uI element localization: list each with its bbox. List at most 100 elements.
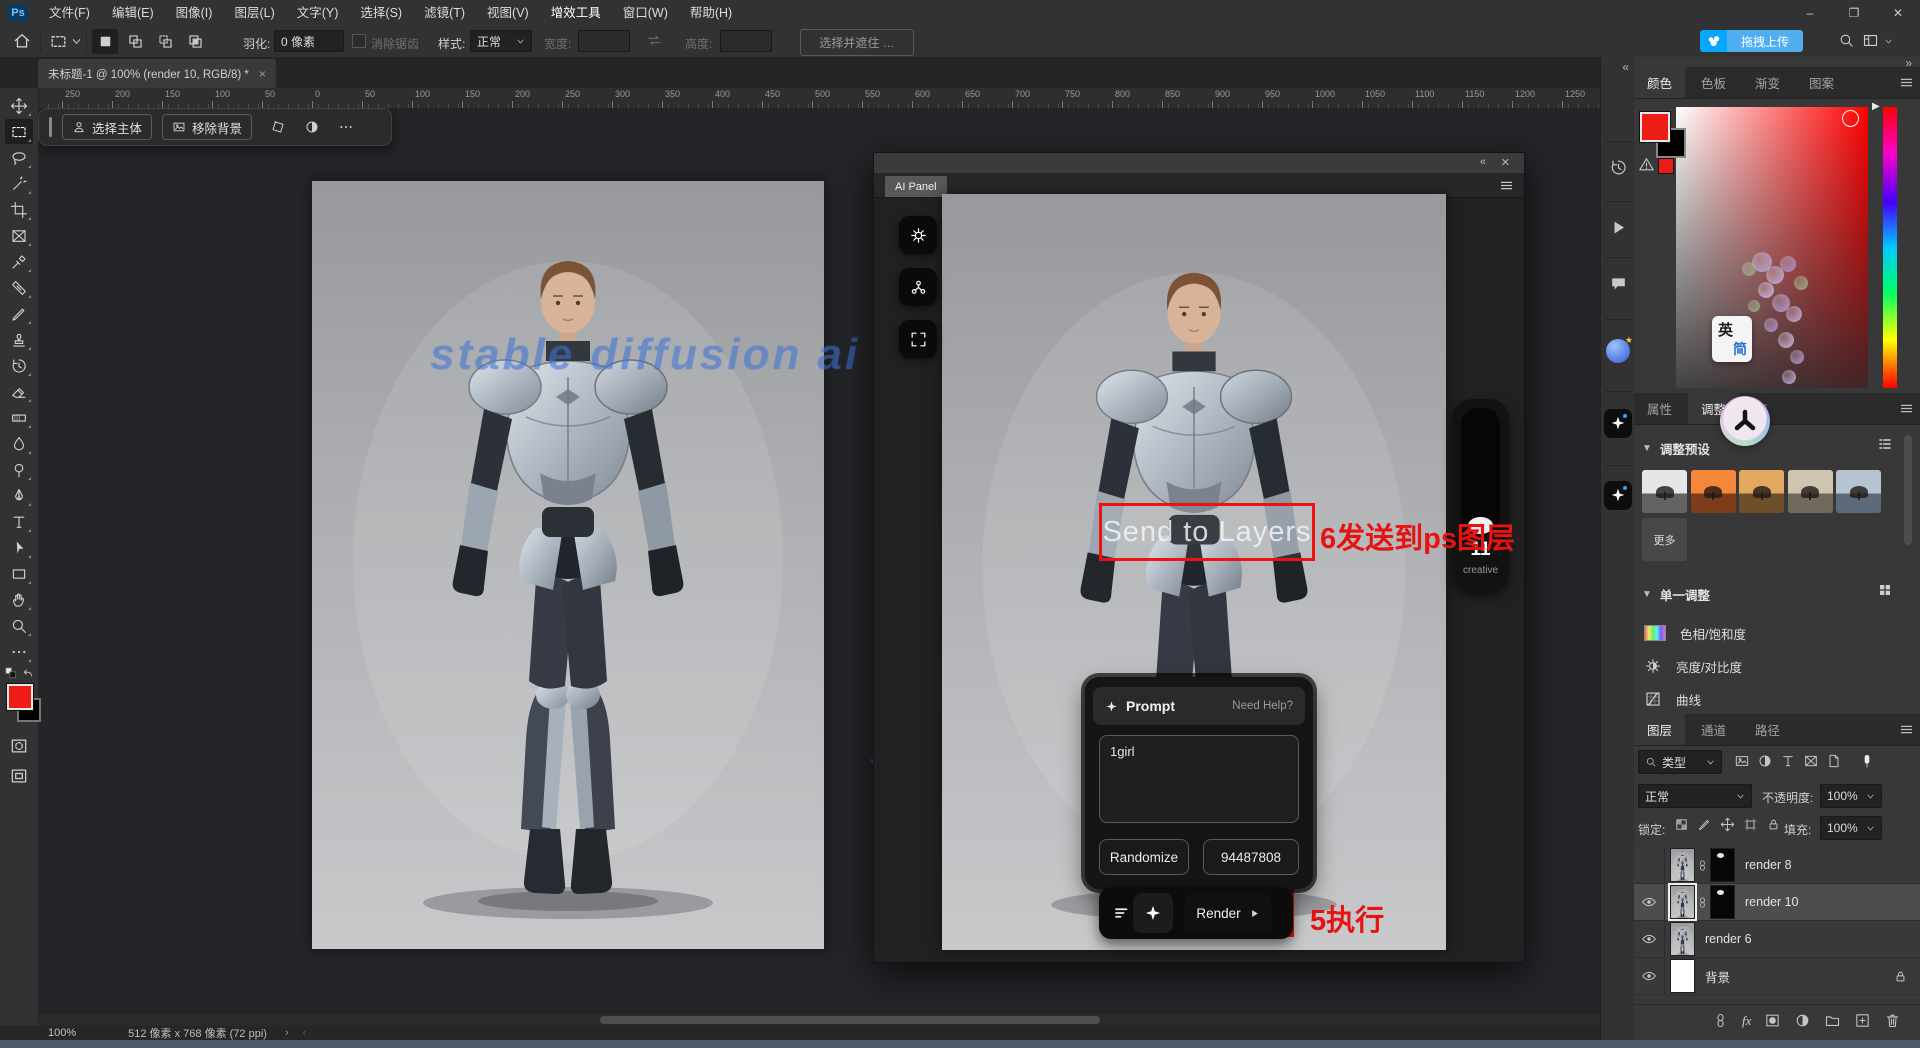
brush-tool[interactable] <box>5 301 33 326</box>
eye-icon[interactable] <box>1634 884 1665 920</box>
scrollbar-thumb[interactable] <box>600 1016 1100 1024</box>
filter-toggle[interactable] <box>1859 753 1875 769</box>
queue-menu-icon[interactable] <box>1113 904 1131 922</box>
undo-icon[interactable] <box>21 666 35 680</box>
home-icon[interactable] <box>12 31 32 51</box>
chevron-down-icon[interactable] <box>71 36 82 47</box>
layer-row-背景[interactable]: 背景 <box>1634 958 1920 995</box>
adjustment-preset-thumbnail-2[interactable] <box>1739 470 1784 513</box>
zoom-tool[interactable] <box>5 613 33 638</box>
adjustment-preset-thumbnail-1[interactable] <box>1691 470 1736 513</box>
object-selection-tool[interactable] <box>5 171 33 196</box>
presets-section-header[interactable]: ▼ 调整预设 <box>1642 439 1710 458</box>
delete-layer-icon[interactable] <box>1884 1012 1901 1029</box>
move-tool[interactable] <box>5 93 33 118</box>
layers-tab-1[interactable]: 通道 <box>1688 714 1739 745</box>
layer-name[interactable]: 背景 <box>1705 967 1730 986</box>
layer-style-icon[interactable]: fx <box>1742 1013 1751 1029</box>
minimize-button[interactable]: – <box>1788 0 1832 26</box>
baidu-netdisk-icon[interactable] <box>1700 30 1727 52</box>
add-mask-icon[interactable] <box>1764 1012 1781 1029</box>
rectangle-tool[interactable] <box>5 561 33 586</box>
more-presets-button[interactable]: 更多 <box>1642 518 1687 561</box>
adjustment-item-2[interactable]: 曲线 <box>1644 685 1884 713</box>
drag-upload-button[interactable]: 拖拽上传 <box>1727 30 1803 52</box>
actions-panel-icon[interactable] <box>1604 213 1632 241</box>
layer-mask-thumbnail[interactable] <box>1710 885 1735 919</box>
saturation-brightness-field[interactable] <box>1676 107 1868 388</box>
menu-3[interactable]: 图层(L) <box>223 0 285 26</box>
expand-dock-icon[interactable]: « <box>1622 60 1629 74</box>
feather-input[interactable]: 0 像素 <box>274 30 344 52</box>
rectangular-marquee-tool[interactable] <box>5 119 33 144</box>
filter-smartobject-icon[interactable] <box>1826 753 1842 769</box>
layer-mask-thumbnail[interactable] <box>1710 848 1735 882</box>
color-tab-2[interactable]: 渐变 <box>1742 67 1793 98</box>
layer-row-render-6[interactable]: render 6 <box>1634 921 1920 958</box>
clone-stamp-tool[interactable] <box>5 327 33 352</box>
color-tab-1[interactable]: 色板 <box>1688 67 1739 98</box>
adjustment-item-1[interactable]: 亮度/对比度 <box>1644 652 1884 680</box>
blend-mode-select[interactable]: 正常 <box>1638 784 1752 808</box>
list-view-icon[interactable] <box>1877 436 1893 452</box>
adjustment-preset-thumbnail-3[interactable] <box>1788 470 1833 513</box>
drag-handle[interactable] <box>49 117 52 137</box>
history-panel-icon[interactable] <box>1604 153 1632 181</box>
menu-10[interactable]: 帮助(H) <box>679 0 743 26</box>
new-layer-icon[interactable] <box>1854 1012 1871 1029</box>
document-tab[interactable]: 未标题-1 @ 100% (render 10, RGB/8) * × <box>38 59 276 88</box>
blur-tool[interactable] <box>5 431 33 456</box>
lock-position-icon[interactable] <box>1720 817 1735 832</box>
path-selection-tool[interactable] <box>5 535 33 560</box>
menu-9[interactable]: 窗口(W) <box>612 0 679 26</box>
style-select[interactable]: 正常 <box>470 30 532 52</box>
default-swatches-icon[interactable] <box>4 666 18 680</box>
menu-0[interactable]: 文件(F) <box>38 0 101 26</box>
filter-type-icon[interactable] <box>1780 753 1796 769</box>
menu-2[interactable]: 图像(I) <box>165 0 224 26</box>
foreground-color-swatch[interactable] <box>7 684 33 710</box>
marquee-tool-preset-icon[interactable] <box>49 32 68 51</box>
select-subject-button[interactable]: 选择主体 <box>62 114 152 140</box>
seed-input[interactable]: 94487808 <box>1203 839 1299 875</box>
adjustments-tab-0[interactable]: 属性 <box>1634 393 1685 424</box>
transform-icon[interactable] <box>270 119 286 135</box>
selection-intersect-icon[interactable] <box>182 29 208 54</box>
layers-tab-2[interactable]: 路径 <box>1742 714 1793 745</box>
generate-options-button[interactable] <box>1133 893 1173 933</box>
dodge-tool[interactable] <box>5 457 33 482</box>
ai-plugin-panel-icon[interactable] <box>1604 409 1632 437</box>
eye-toggle-empty[interactable] <box>1634 847 1665 883</box>
history-brush-tool[interactable] <box>5 353 33 378</box>
filter-image-icon[interactable] <box>1734 753 1750 769</box>
edit-toolbar[interactable] <box>5 639 33 664</box>
select-and-mask-button[interactable]: 选择并遮住 … <box>800 29 914 56</box>
prompt-textarea[interactable]: 1girl <box>1099 735 1299 823</box>
settings-button[interactable] <box>899 216 937 254</box>
layer-row-render-10[interactable]: render 10 <box>1634 884 1920 921</box>
gradient-tool[interactable] <box>5 405 33 430</box>
link-layers-icon[interactable] <box>1712 1012 1729 1029</box>
menu-5[interactable]: 选择(S) <box>349 0 413 26</box>
menu-1[interactable]: 编辑(E) <box>101 0 165 26</box>
single-adjust-section-header[interactable]: ▼ 单一调整 <box>1642 585 1710 604</box>
remove-background-button[interactable]: 移除背景 <box>162 114 252 140</box>
crop-tool[interactable] <box>5 197 33 222</box>
adjustment-item-0[interactable]: 色相/饱和度 <box>1644 619 1884 647</box>
screen-mode-icon[interactable] <box>9 766 29 786</box>
menu-8[interactable]: 增效工具 <box>540 0 612 26</box>
panel-menu-icon[interactable] <box>1499 178 1514 193</box>
mask-link-icon[interactable] <box>1696 896 1709 909</box>
color-tab-3[interactable]: 图案 <box>1796 67 1847 98</box>
randomize-button[interactable]: Randomize <box>1099 839 1189 875</box>
grid-view-icon[interactable] <box>1877 582 1893 598</box>
selection-subtract-icon[interactable] <box>152 29 178 54</box>
panel-menu-icon[interactable] <box>1899 722 1914 737</box>
panel-menu-icon[interactable] <box>1899 75 1914 90</box>
close-button[interactable]: ✕ <box>1876 0 1920 26</box>
lock-transparency-icon[interactable] <box>1674 817 1689 832</box>
healing-brush-tool[interactable] <box>5 275 33 300</box>
nodes-button[interactable] <box>899 268 937 306</box>
filter-shape-icon[interactable] <box>1803 753 1819 769</box>
quick-mask-icon[interactable] <box>9 736 29 756</box>
